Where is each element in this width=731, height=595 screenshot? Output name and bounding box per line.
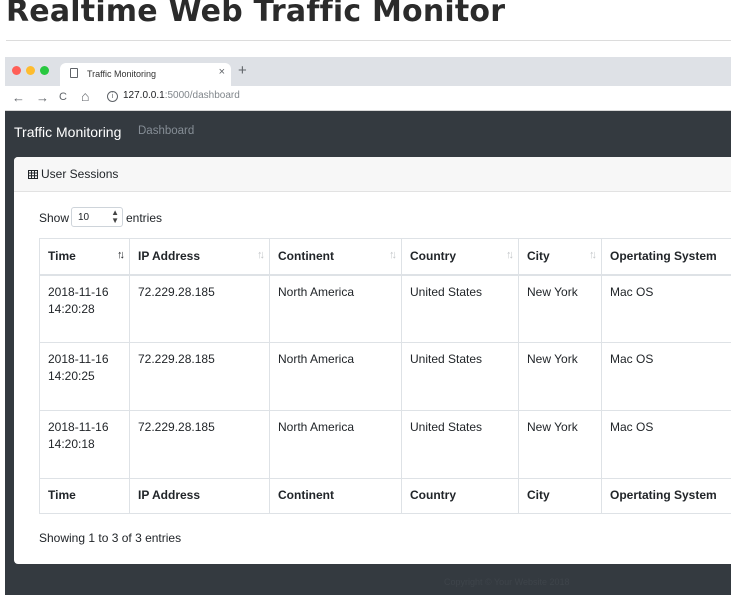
- cell-os: Mac OS: [601, 342, 731, 411]
- info-icon[interactable]: i: [107, 91, 118, 102]
- column-header-os[interactable]: Opertating System: [601, 238, 731, 276]
- cell-time: 2018-11-16 14:20:18: [39, 410, 130, 479]
- url-host: 127.0.0.1: [123, 90, 165, 101]
- tab-strip: Traffic Monitoring × +: [5, 57, 731, 86]
- column-header-time[interactable]: Time ↑↓: [39, 238, 130, 276]
- table-footer-row: Time IP Address Continent Country City O…: [39, 478, 731, 514]
- cell-country: United States: [401, 274, 519, 343]
- tab-close-icon[interactable]: ×: [219, 66, 225, 78]
- forward-icon[interactable]: →: [36, 90, 49, 105]
- sort-desc-icon: ↑↓: [117, 249, 125, 261]
- cell-city: New York: [518, 274, 602, 343]
- back-icon[interactable]: ←: [12, 90, 25, 105]
- window-maximize-button[interactable]: [40, 66, 49, 75]
- entries-per-page-value: 10: [78, 212, 90, 223]
- url-field[interactable]: i 127.0.0.1:5000/dashboard: [107, 90, 240, 102]
- navbar-brand[interactable]: Traffic Monitoring: [14, 124, 121, 140]
- cell-os: Mac OS: [601, 274, 731, 343]
- select-arrows-icon: ▲ ▼: [111, 208, 119, 225]
- cell-os: Mac OS: [601, 410, 731, 479]
- page-title: Realtime Web Traffic Monitor: [6, 0, 506, 29]
- column-header-ip-address[interactable]: IP Address ↑↓: [129, 238, 270, 276]
- cell-ip: 72.229.28.185: [129, 274, 270, 343]
- cell-country: United States: [401, 342, 519, 411]
- page-icon: [70, 68, 78, 78]
- table-row: 2018-11-16 14:20:28 72.229.28.185 North A…: [39, 274, 731, 343]
- sort-icon: ↑↓: [506, 249, 514, 261]
- card-header: User Sessions: [14, 157, 731, 192]
- navbar: Traffic Monitoring Dashboard: [5, 111, 731, 157]
- browser-window: Traffic Monitoring × + ← → C ⌂ i 127.0.0.…: [5, 57, 731, 595]
- table-row: 2018-11-16 14:20:18 72.229.28.185 North A…: [39, 410, 731, 479]
- cell-country: United States: [401, 410, 519, 479]
- cell-time: 2018-11-16 14:20:25: [39, 342, 130, 411]
- entries-label: entries: [126, 211, 163, 225]
- show-label: Show: [39, 211, 70, 225]
- cell-city: New York: [518, 342, 602, 411]
- column-header-continent[interactable]: Continent ↑↓: [269, 238, 402, 276]
- home-icon[interactable]: ⌂: [81, 88, 89, 104]
- cell-ip: 72.229.28.185: [129, 342, 270, 411]
- browser-tab[interactable]: Traffic Monitoring ×: [60, 63, 231, 86]
- url-path: :5000/dashboard: [164, 90, 240, 101]
- new-tab-icon[interactable]: +: [238, 62, 247, 79]
- cell-ip: 72.229.28.185: [129, 410, 270, 479]
- footer-header-city: City: [518, 478, 602, 514]
- user-sessions-card: User Sessions Show 10 ▲ ▼ entries Time ↑↓: [14, 157, 731, 564]
- column-header-city[interactable]: City ↑↓: [518, 238, 602, 276]
- column-header-country[interactable]: Country ↑↓: [401, 238, 519, 276]
- footer-header-ip-address: IP Address: [129, 478, 270, 514]
- table-header-row: Time ↑↓ IP Address ↑↓ Continent ↑↓ Country ↑…: [39, 238, 731, 276]
- footer-header-os: Opertating System: [601, 478, 731, 514]
- sort-icon: ↑↓: [257, 249, 265, 261]
- reload-icon[interactable]: C: [59, 91, 67, 103]
- sort-icon: ↑↓: [589, 249, 597, 261]
- cell-continent: North America: [269, 342, 402, 411]
- app-page: Traffic Monitoring Dashboard User Sessio…: [5, 111, 731, 595]
- sessions-table: Time ↑↓ IP Address ↑↓ Continent ↑↓ Country ↑…: [39, 238, 731, 514]
- window-close-button[interactable]: [12, 66, 21, 75]
- address-bar: ← → C ⌂ i 127.0.0.1:5000/dashboard: [5, 86, 731, 111]
- footer-header-continent: Continent: [269, 478, 402, 514]
- entries-per-page-select[interactable]: 10 ▲ ▼: [71, 207, 123, 227]
- footer-header-country: Country: [401, 478, 519, 514]
- cell-continent: North America: [269, 410, 402, 479]
- nav-link-dashboard[interactable]: Dashboard: [138, 125, 194, 137]
- window-minimize-button[interactable]: [26, 66, 35, 75]
- sort-icon: ↑↓: [389, 249, 397, 261]
- footer-copyright: Copyright © Your Website 2018: [444, 577, 570, 587]
- cell-city: New York: [518, 410, 602, 479]
- cell-time: 2018-11-16 14:20:28: [39, 274, 130, 343]
- table-row: 2018-11-16 14:20:25 72.229.28.185 North A…: [39, 342, 731, 411]
- footer-header-time: Time: [39, 478, 130, 514]
- cell-continent: North America: [269, 274, 402, 343]
- tab-title: Traffic Monitoring: [87, 69, 157, 79]
- title-divider: [6, 40, 731, 41]
- table-info: Showing 1 to 3 of 3 entries: [39, 531, 182, 545]
- table-icon: [28, 170, 38, 179]
- card-title: User Sessions: [41, 167, 119, 181]
